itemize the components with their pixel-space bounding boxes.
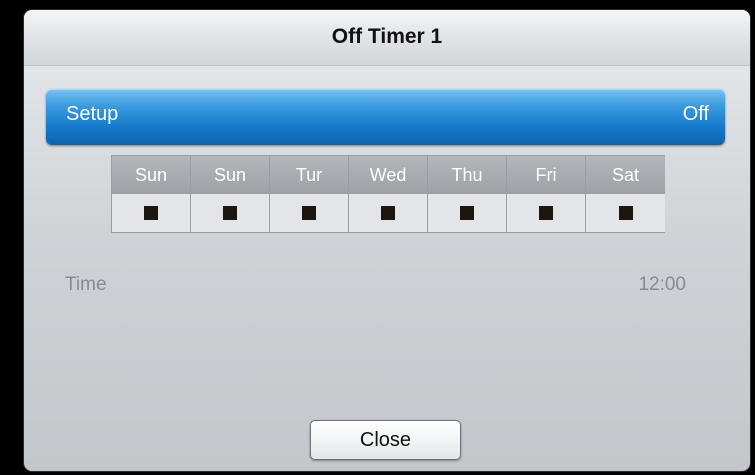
day-column-sun-1: Sun bbox=[112, 156, 191, 232]
day-checkbox[interactable] bbox=[586, 194, 665, 232]
setup-value: Off bbox=[682, 103, 709, 125]
title-bar: Off Timer 1 bbox=[24, 10, 750, 66]
day-header: Thu bbox=[428, 156, 506, 194]
checkbox-icon bbox=[302, 206, 316, 220]
day-checkbox[interactable] bbox=[507, 194, 585, 232]
checkbox-icon bbox=[618, 206, 633, 220]
day-header: Sun bbox=[112, 156, 190, 194]
day-column-sat: Sat bbox=[586, 156, 665, 232]
day-column-sun-2: Sun bbox=[191, 156, 270, 232]
repeat-days-grid: Sun Sun Tur Wed Thu Fri Sat bbox=[111, 155, 665, 233]
checkbox-icon bbox=[460, 206, 474, 220]
day-checkbox[interactable] bbox=[428, 194, 506, 232]
day-column-thu: Thu bbox=[428, 156, 507, 232]
setup-label: Setup bbox=[66, 103, 119, 125]
day-column-wed: Wed bbox=[349, 156, 428, 232]
checkbox-icon bbox=[223, 206, 237, 220]
day-header: Fri bbox=[507, 156, 585, 194]
day-header: Tur bbox=[270, 156, 348, 194]
day-column-tur: Tur bbox=[270, 156, 349, 232]
day-header: Wed bbox=[349, 156, 427, 194]
close-button[interactable]: Close bbox=[310, 420, 461, 460]
time-label: Time bbox=[65, 274, 107, 295]
day-column-fri: Fri bbox=[507, 156, 586, 232]
day-checkbox[interactable] bbox=[349, 194, 427, 232]
day-checkbox[interactable] bbox=[270, 194, 348, 232]
off-timer-dialog: Off Timer 1 Setup Off Sun Sun Tur Wed Th… bbox=[23, 9, 751, 472]
day-header: Sat bbox=[586, 156, 665, 194]
time-value: 12:00 bbox=[638, 274, 686, 295]
day-header: Sun bbox=[191, 156, 269, 194]
day-checkbox[interactable] bbox=[112, 194, 190, 232]
checkbox-icon bbox=[144, 206, 158, 220]
checkbox-icon bbox=[539, 206, 553, 220]
checkbox-icon bbox=[381, 206, 395, 220]
day-checkbox[interactable] bbox=[191, 194, 269, 232]
dialog-title: Off Timer 1 bbox=[331, 25, 443, 48]
setup-row[interactable]: Setup Off bbox=[46, 89, 725, 145]
